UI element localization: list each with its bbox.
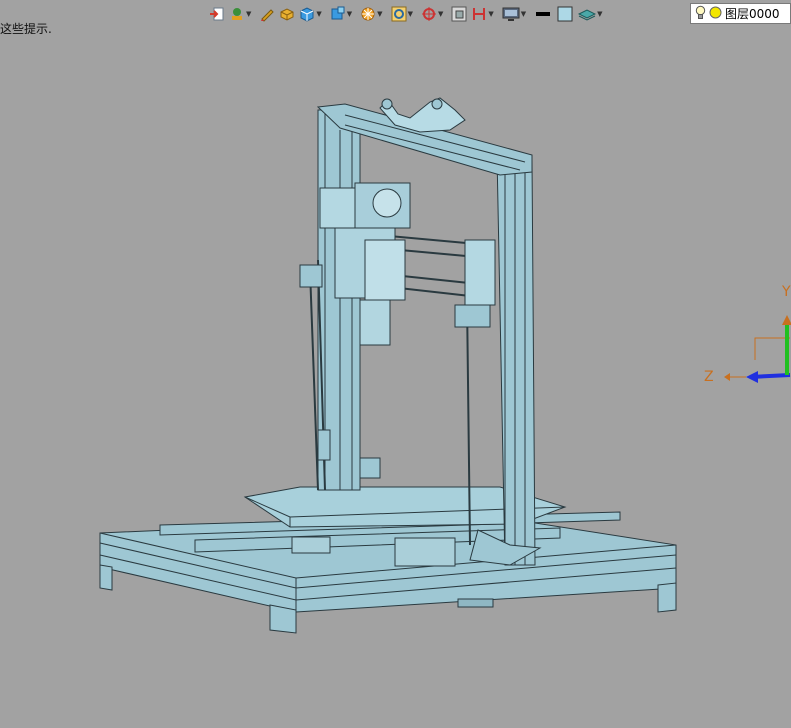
dimension-icon[interactable]: ▼ (470, 3, 498, 25)
chevron-down-icon[interactable]: ▼ (316, 10, 321, 18)
3d-printer-model[interactable] (0, 30, 791, 724)
face-color-icon[interactable] (555, 3, 575, 25)
layer-stack-icon[interactable]: ▼ (577, 3, 607, 25)
3d-viewport[interactable]: Z Y (0, 30, 791, 724)
yellow-circle-icon[interactable] (709, 6, 722, 22)
cube-icon[interactable]: ▼ (298, 3, 326, 25)
display-monitor-icon[interactable]: ▼ (501, 3, 531, 25)
axis-triad: Z Y (704, 284, 791, 385)
chevron-down-icon[interactable]: ▼ (488, 10, 493, 18)
y-axis-label: Y (781, 284, 791, 300)
render-mode-icon[interactable]: ▼ (359, 3, 387, 25)
view-orient-icon[interactable]: ▼ (420, 3, 448, 25)
chevron-down-icon[interactable]: ▼ (408, 10, 413, 18)
section-view-icon[interactable] (450, 3, 468, 25)
exit-sketch-icon[interactable] (208, 3, 226, 25)
chevron-down-icon[interactable]: ▼ (347, 10, 352, 18)
layer-selector[interactable]: 图层0000 (690, 3, 791, 24)
chevron-down-icon[interactable]: ▼ (597, 10, 602, 18)
move-object-icon[interactable]: ▼ (228, 3, 256, 25)
cube-display-icon[interactable]: ▼ (329, 3, 357, 25)
chevron-down-icon[interactable]: ▼ (438, 10, 443, 18)
solid-block-icon[interactable] (278, 3, 296, 25)
z-axis-label: Z (704, 369, 714, 385)
chevron-down-icon[interactable]: ▼ (377, 10, 382, 18)
chevron-down-icon[interactable]: ▼ (521, 10, 526, 18)
layer-name: 图层0000 (725, 7, 780, 21)
lightbulb-icon[interactable] (695, 5, 706, 23)
chevron-down-icon[interactable]: ▼ (246, 10, 251, 18)
main-toolbar: ▼ ▼ ▼ ▼ ▼ ▼ ▼ ▼ ▼ (208, 2, 608, 26)
line-color-icon[interactable] (533, 3, 553, 25)
zoom-fit-icon[interactable]: ▼ (390, 3, 418, 25)
pencil-icon[interactable] (258, 3, 276, 25)
